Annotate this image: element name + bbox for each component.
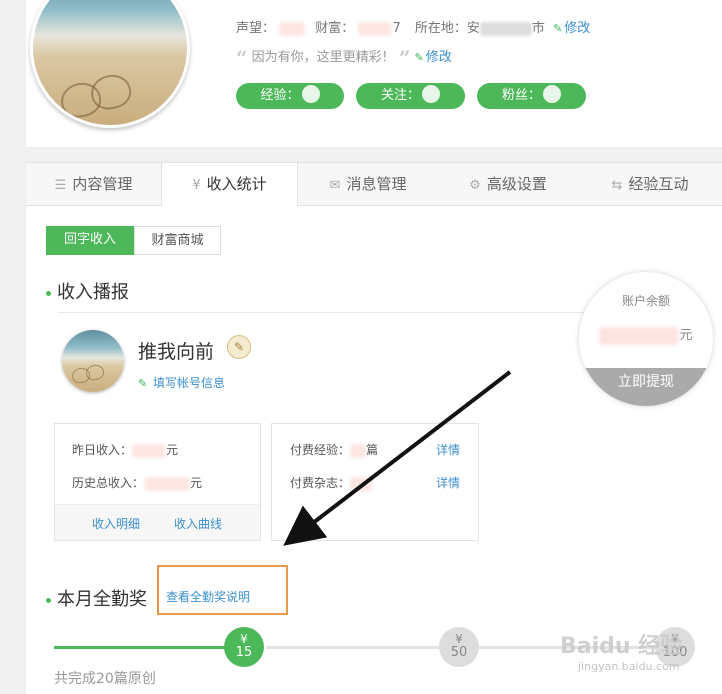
yen-icon: ¥: [192, 178, 201, 193]
pencil-icon: ✎: [414, 51, 424, 64]
completed-count: 共完成20篇原创: [54, 671, 156, 687]
paid-experience-value: [350, 443, 367, 458]
location-label: 所在地：: [414, 21, 467, 36]
main-tabs: ☰ 内容管理 ¥ 收入统计 ✉ 消息管理 ⚙ 高级设置 ⇆ 经验互动: [26, 162, 722, 207]
income-detail-link[interactable]: 收入明细: [92, 515, 140, 532]
paid-experience: 付费经验：篇: [290, 443, 379, 458]
award-rules-link[interactable]: 查看全勤奖说明: [166, 588, 250, 605]
income-box-footer: [55, 504, 260, 540]
location-value: [479, 21, 532, 36]
milestone-50: ¥50: [439, 627, 479, 667]
follow-value: [422, 85, 440, 103]
profile-stats: 声望： 财富： 7 所在地：安市 ✎ 修改: [236, 21, 591, 36]
reputation-value: [279, 21, 306, 36]
yesterday-income-value: [132, 443, 167, 458]
bullet-icon: [46, 290, 51, 296]
list-icon: ☰: [54, 178, 67, 193]
edit-motto-link[interactable]: ✎ 修改: [414, 50, 451, 65]
fill-account-info-link[interactable]: ✎ 填写帐号信息: [138, 374, 225, 391]
withdraw-button[interactable]: 立即提现: [579, 368, 713, 406]
yesterday-income: 昨日收入：元: [72, 443, 179, 458]
total-income: 历史总收入：元: [72, 476, 203, 491]
follow-pill[interactable]: 关注：: [356, 83, 465, 109]
baidu-watermark: Baidu 经验: [560, 634, 683, 659]
close-quote-icon: ”: [398, 46, 411, 70]
progress-filled: [54, 646, 226, 649]
experience-value: [301, 85, 320, 103]
reputation-label: 声望：: [236, 21, 276, 36]
tab-experience-interaction[interactable]: ⇆ 经验互动: [578, 163, 722, 206]
mail-icon: ✉: [329, 178, 341, 193]
edit-location-link[interactable]: ✎ 修改: [553, 21, 590, 36]
gear-icon: ⚙: [469, 178, 481, 193]
milestone-15: ¥15: [224, 627, 264, 667]
wealth-value: [358, 21, 393, 36]
income-report-heading: 收入播报: [46, 278, 129, 304]
tab-content-management[interactable]: ☰ 内容管理: [26, 163, 161, 206]
account-balance-bubble: 账户余额 元 立即提现: [579, 272, 713, 406]
balance-value: [599, 326, 680, 345]
username: 推我向前: [138, 341, 215, 363]
income-curve-link[interactable]: 收入曲线: [174, 515, 222, 532]
balance-label: 账户余额: [621, 294, 670, 308]
total-income-value: [144, 476, 191, 491]
watermark-url: jingyan.baidu.com: [578, 660, 680, 673]
pencil-icon: ✎: [138, 377, 148, 390]
author-badge-icon: ✎: [227, 335, 251, 359]
paid-magazine-value: [350, 476, 373, 491]
balance-amount: 元: [579, 324, 713, 345]
open-quote-icon: “: [236, 46, 248, 70]
subtab-income[interactable]: 回字收入: [46, 226, 134, 255]
swap-icon: ⇆: [611, 178, 623, 193]
bullet-icon: [46, 597, 51, 603]
pencil-icon: ✎: [553, 22, 563, 35]
motto-text: 因为有你，这里更精彩！: [251, 50, 395, 65]
experience-pill[interactable]: 经验：: [236, 83, 344, 109]
profile-motto: “ 因为有你，这里更精彩！ ” ✎ 修改: [236, 46, 452, 70]
fans-pill[interactable]: 粉丝：: [477, 83, 586, 109]
tab-message-management[interactable]: ✉ 消息管理: [298, 163, 438, 206]
paid-magazine-detail-link[interactable]: 详情: [436, 474, 460, 491]
tab-advanced-settings[interactable]: ⚙ 高级设置: [438, 163, 578, 206]
tab-income-stats[interactable]: ¥ 收入统计: [161, 163, 298, 207]
paid-experience-detail-link[interactable]: 详情: [436, 441, 460, 458]
user-avatar[interactable]: [62, 330, 124, 392]
wealth-label: 财富：: [315, 21, 355, 36]
fans-value: [543, 85, 561, 103]
paid-magazine: 付费杂志：: [290, 474, 373, 491]
progress-track: [266, 646, 440, 649]
monthly-award-heading: 本月全勤奖: [46, 585, 147, 611]
divider: [58, 312, 618, 313]
subtab-wealth-mall[interactable]: 财富商城: [134, 226, 221, 255]
